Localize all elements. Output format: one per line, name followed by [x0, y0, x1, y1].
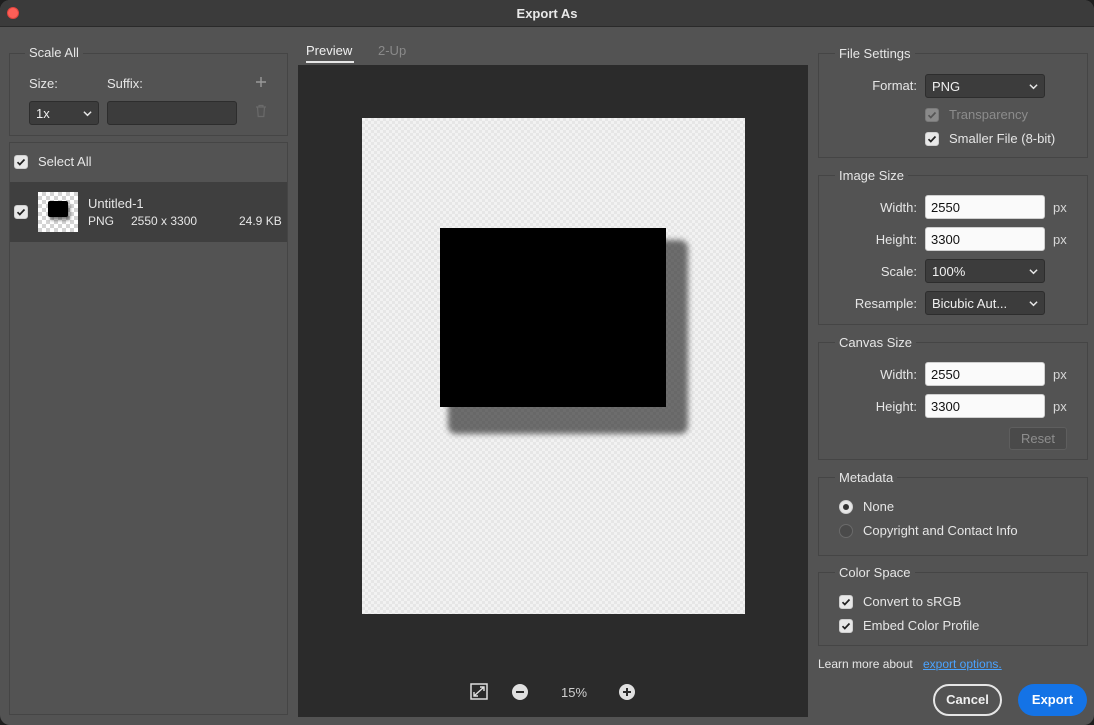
- canvas-size-title: Canvas Size: [835, 335, 916, 350]
- format-label: Format:: [872, 78, 917, 93]
- scale-label: Scale:: [880, 264, 917, 279]
- resample-select[interactable]: Bicubic Aut...: [925, 291, 1045, 315]
- format-select-value: PNG: [932, 79, 961, 94]
- window-title: Export As: [516, 6, 578, 21]
- canvas-width-unit: px: [1053, 367, 1067, 382]
- scale-all-title: Scale All: [25, 45, 83, 60]
- asset-checkbox[interactable]: [14, 205, 28, 219]
- metadata-copyright-radio[interactable]: [839, 524, 853, 538]
- add-scale-icon[interactable]: [255, 76, 267, 88]
- smaller-file-checkbox[interactable]: [925, 132, 939, 146]
- scale-select[interactable]: 100%: [925, 259, 1045, 283]
- canvas-height-label: Height:: [875, 399, 917, 414]
- export-as-dialog: Export As Scale All Size: Suffix: 1x Sel…: [0, 0, 1094, 725]
- export-options-link[interactable]: export options.: [923, 657, 1002, 671]
- image-height-input[interactable]: 3300: [925, 227, 1045, 251]
- suffix-input[interactable]: [107, 101, 237, 125]
- canvas-height-unit: px: [1053, 399, 1067, 414]
- asset-format: PNG: [88, 214, 115, 228]
- metadata-group: [818, 477, 1088, 556]
- chevron-down-icon: [1029, 84, 1038, 90]
- convert-srgb-checkbox[interactable]: [839, 595, 853, 609]
- size-select-value: 1x: [36, 106, 50, 121]
- color-space-title: Color Space: [835, 565, 915, 580]
- size-label: Size:: [29, 76, 58, 91]
- smaller-file-label[interactable]: Smaller File (8-bit): [949, 131, 1055, 146]
- format-select[interactable]: PNG: [925, 74, 1045, 98]
- zoom-level: 15%: [561, 685, 588, 700]
- tab-preview-underline: [306, 61, 354, 63]
- metadata-none-radio[interactable]: [839, 500, 853, 514]
- canvas-width-label: Width:: [880, 367, 917, 382]
- metadata-copyright-label[interactable]: Copyright and Contact Info: [863, 523, 1018, 538]
- chevron-down-icon: [1029, 301, 1038, 307]
- image-size-title: Image Size: [835, 168, 909, 183]
- resample-select-value: Bicubic Aut...: [932, 296, 1008, 311]
- transparency-label: Transparency: [949, 107, 1028, 122]
- fit-to-screen-icon[interactable]: [470, 683, 488, 700]
- tab-preview[interactable]: Preview: [306, 43, 352, 58]
- size-select[interactable]: 1x: [29, 101, 99, 125]
- zoom-in-icon[interactable]: [619, 684, 635, 700]
- asset-dimensions: 2550 x 3300: [131, 214, 198, 228]
- tab-2-up[interactable]: 2-Up: [378, 43, 406, 58]
- image-width-label: Width:: [880, 200, 917, 215]
- file-settings-title: File Settings: [835, 46, 915, 61]
- chevron-down-icon: [83, 111, 92, 117]
- canvas-height-input[interactable]: 3300: [925, 394, 1045, 418]
- select-all-checkbox[interactable]: [14, 155, 28, 169]
- image-width-unit: px: [1053, 200, 1067, 215]
- resample-label: Resample:: [854, 296, 917, 311]
- color-space-group: [818, 572, 1088, 646]
- cancel-button[interactable]: Cancel: [933, 684, 1002, 716]
- canvas-width-input[interactable]: 2550: [925, 362, 1045, 386]
- preview-document: [362, 118, 745, 614]
- metadata-title: Metadata: [835, 470, 898, 485]
- image-height-label: Height:: [875, 232, 917, 247]
- reset-button[interactable]: Reset: [1009, 427, 1067, 450]
- scale-select-value: 100%: [932, 264, 966, 279]
- image-height-unit: px: [1053, 232, 1067, 247]
- select-all-label[interactable]: Select All: [38, 154, 91, 169]
- asset-name: Untitled-1: [88, 196, 144, 211]
- image-width-input[interactable]: 2550: [925, 195, 1045, 219]
- preview-shape: [440, 228, 666, 407]
- learn-more-text: Learn more about: [818, 657, 913, 671]
- title-bar: Export As: [0, 0, 1094, 27]
- embed-profile-checkbox[interactable]: [839, 619, 853, 633]
- zoom-out-icon[interactable]: [512, 684, 528, 700]
- transparency-checkbox[interactable]: [925, 108, 939, 122]
- metadata-none-label[interactable]: None: [863, 499, 894, 514]
- embed-profile-label[interactable]: Embed Color Profile: [863, 618, 979, 633]
- export-button[interactable]: Export: [1018, 684, 1087, 716]
- trash-icon[interactable]: [255, 104, 267, 118]
- chevron-down-icon: [1029, 269, 1038, 275]
- asset-thumbnail: [38, 192, 78, 232]
- suffix-label: Suffix:: [107, 76, 143, 91]
- convert-srgb-label[interactable]: Convert to sRGB: [863, 594, 961, 609]
- asset-filesize: 24.9 KB: [239, 214, 282, 228]
